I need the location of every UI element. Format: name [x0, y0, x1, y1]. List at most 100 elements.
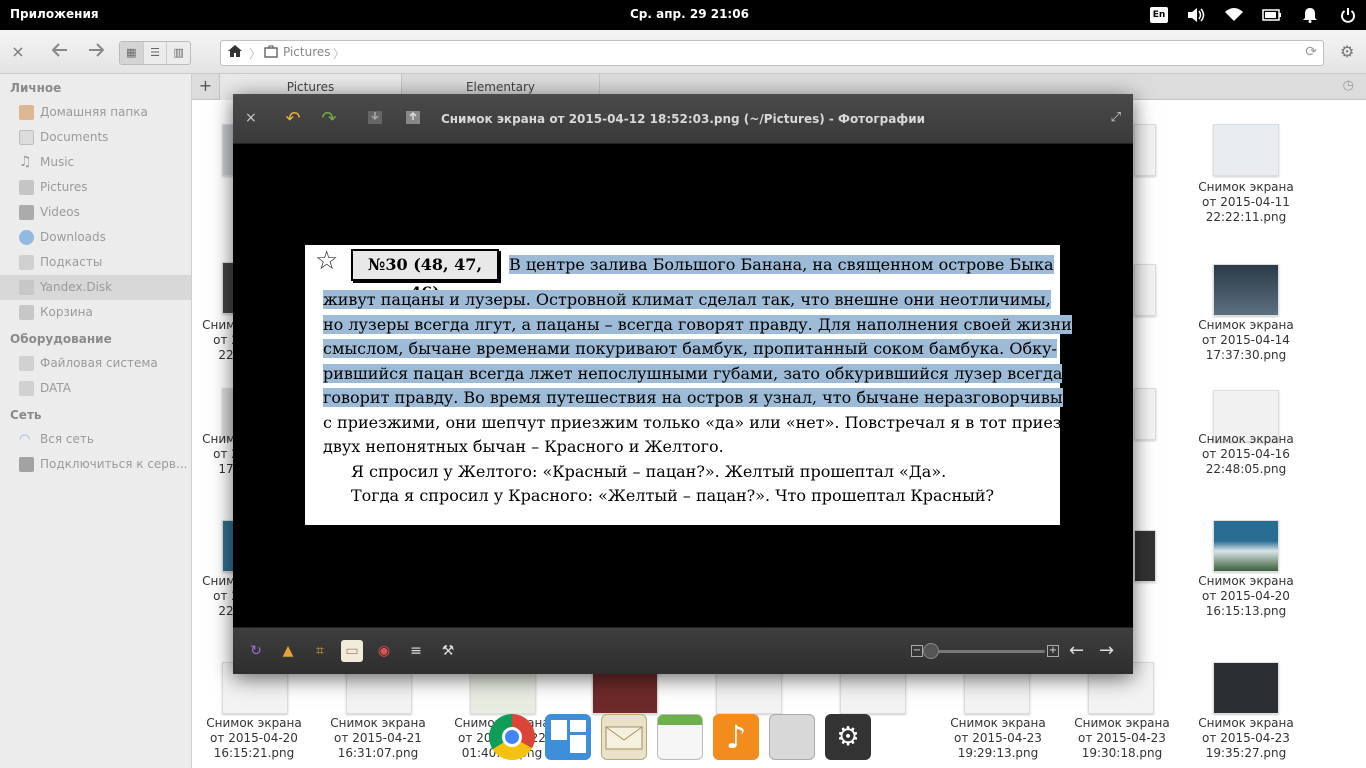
file-thumbnail[interactable]: [1134, 124, 1156, 176]
app-menu-gear-icon[interactable]: ⚙: [1340, 42, 1354, 61]
drive-icon: [19, 381, 34, 396]
column-view-icon[interactable]: ▥: [167, 42, 190, 64]
grid-view-icon[interactable]: ▦: [120, 42, 144, 64]
power-icon[interactable]: [1338, 5, 1358, 25]
file-thumbnail[interactable]: [1213, 520, 1279, 572]
sidebar-item-label: Pictures: [40, 180, 88, 194]
volume-icon[interactable]: [1186, 5, 1206, 25]
text-line: рившийся пацан всегда лжет непослушными …: [323, 363, 1063, 383]
straighten-icon[interactable]: ▲: [277, 640, 299, 662]
next-photo-arrow-icon[interactable]: →: [1099, 640, 1114, 661]
sidebar-item-downloads[interactable]: Downloads: [0, 225, 191, 250]
sidebar-item-label: Videos: [40, 205, 80, 219]
back-arrow-icon[interactable]: [50, 42, 70, 62]
breadcrumb-separator: 〉: [333, 47, 346, 61]
file-thumbnail[interactable]: [1134, 264, 1156, 316]
sidebar-item-music[interactable]: ♫ Music: [0, 150, 191, 175]
file-thumbnail[interactable]: [1213, 124, 1279, 176]
sidebar-item-data[interactable]: DATA: [0, 376, 191, 401]
mail-icon[interactable]: [601, 714, 647, 760]
crop-icon[interactable]: ⌗: [309, 640, 331, 662]
folder-icon: [19, 280, 34, 295]
reload-icon[interactable]: ⟳: [1305, 44, 1317, 60]
auto-enhance-wand-icon[interactable]: ⚒: [437, 640, 459, 662]
file-label[interactable]: Снимок экрана от 2015-04-14 17:37:30.png: [1186, 318, 1306, 363]
file-thumbnail[interactable]: [1134, 388, 1156, 440]
file-manager-toolbar: × ▦ ☰ ▥ 〉 Pictures 〉 ⟳ ⚙: [0, 30, 1366, 74]
file-label[interactable]: Снимок экрана от 2015-04-16 22:48:05.png: [1186, 432, 1306, 477]
file-thumbnail[interactable]: [1213, 662, 1279, 714]
file-label[interactable]: Снимок экрана от 2015-04-23 19:29:13.png: [938, 716, 1058, 761]
music-app-icon[interactable]: ♪: [713, 714, 759, 760]
previous-photo-arrow-icon[interactable]: ←: [1069, 640, 1084, 661]
close-icon[interactable]: ×: [245, 110, 257, 126]
sidebar-item-filesystem[interactable]: Файловая система: [0, 351, 191, 376]
sidebar-item-pictures[interactable]: Pictures: [0, 175, 191, 200]
wifi-icon[interactable]: [1224, 5, 1244, 25]
keyboard-layout-indicator[interactable]: En: [1150, 7, 1168, 23]
sidebar-item-connect-server[interactable]: Подключиться к серв...: [0, 452, 191, 477]
viewer-title: Снимок экрана от 2015-04-12 18:52:03.png…: [440, 112, 926, 126]
list-view-icon[interactable]: ☰: [144, 42, 168, 64]
calendar-icon[interactable]: [657, 714, 703, 760]
music-icon: ♫: [19, 154, 32, 170]
files-icon[interactable]: [769, 714, 815, 760]
sidebar-item-trash[interactable]: Корзина: [0, 300, 191, 325]
settings-icon[interactable]: ⚙: [825, 714, 871, 760]
tab-history-icon[interactable]: ◷: [1343, 78, 1354, 93]
file-thumbnail[interactable]: [1213, 264, 1279, 316]
drive-icon: [19, 356, 34, 371]
battery-icon[interactable]: [1262, 5, 1282, 25]
sidebar-item-label: Файловая система: [40, 356, 158, 370]
sidebar-section-network: Сеть: [10, 408, 42, 422]
applications-menu[interactable]: Приложения: [10, 7, 99, 21]
sidebar-item-home[interactable]: Домашняя папка: [0, 100, 191, 125]
text-line: но лузеры всегда лгут, а пацаны – всегда…: [323, 314, 1072, 334]
redeye-icon[interactable]: ◉: [373, 640, 395, 662]
file-label[interactable]: Снимок экрана от 2015-04-20 16:15:21.png: [194, 716, 314, 761]
notification-bell-icon[interactable]: [1300, 5, 1320, 25]
viewer-headerbar: × ↶ ↷ Снимок экрана от 2015-04-12 18:52:…: [233, 94, 1133, 144]
sidebar-item-videos[interactable]: Videos: [0, 200, 191, 225]
top-panel: Приложения Ср. апр. 29 21:06 En: [0, 0, 1366, 30]
sidebar-item-all-network[interactable]: ◠ Вся сеть: [0, 427, 191, 452]
sidebar-item-yandex-disk[interactable]: Yandex.Disk: [0, 275, 191, 300]
photo-canvas: ☆ №30 (48, 47, 46) В центре залива Больш…: [305, 245, 1072, 525]
zoom-slider[interactable]: [929, 650, 1045, 653]
documents-icon: [19, 130, 34, 145]
file-label[interactable]: Снимок экрана от 2015-04-23 19:30:18.png: [1062, 716, 1182, 761]
resize-icon[interactable]: ▭: [341, 640, 363, 662]
new-tab-plus-icon[interactable]: +: [192, 74, 220, 100]
sidebar-item-documents[interactable]: Documents: [0, 125, 191, 150]
sidebar-item-label: Yandex.Disk: [40, 280, 113, 294]
forward-arrow-icon[interactable]: [86, 42, 106, 62]
file-label[interactable]: Снимок экрана от 2015-04-20 16:15:13.png: [1186, 574, 1306, 619]
breadcrumb-pictures[interactable]: Pictures: [283, 45, 331, 59]
file-label[interactable]: Снимок экрана от 2015-04-11 22:22:11.png: [1186, 180, 1306, 225]
clock[interactable]: Ср. апр. 29 21:06: [630, 7, 749, 21]
zoom-in-icon[interactable]: +: [1047, 645, 1059, 657]
home-icon[interactable]: [225, 44, 245, 62]
enhance-icon[interactable]: ↻: [245, 640, 267, 662]
zoom-out-icon[interactable]: −: [911, 645, 923, 657]
view-mode-switcher: ▦ ☰ ▥: [119, 41, 191, 65]
chrome-icon[interactable]: [489, 714, 535, 760]
file-label[interactable]: Снимок экрана от 2015-04-23 19:35:27.png: [1186, 716, 1306, 761]
file-label[interactable]: Снимок экрана от 2015-04-21 16:31:07.png: [318, 716, 438, 761]
zoom-slider-handle[interactable]: [923, 643, 939, 659]
file-thumbnail[interactable]: [1134, 530, 1156, 582]
sidebar-item-label: Documents: [40, 130, 109, 144]
multitasking-icon[interactable]: [545, 714, 591, 760]
fullscreen-icon[interactable]: ⤢: [1111, 110, 1121, 125]
close-icon[interactable]: ×: [8, 42, 28, 62]
path-bar[interactable]: 〉 Pictures 〉 ⟳: [220, 40, 1324, 66]
adjust-icon[interactable]: ≡: [405, 640, 427, 662]
rotate-right-icon[interactable]: ↷: [317, 108, 341, 130]
text-line: с приезжими, они шепчут приезжим только …: [323, 412, 1072, 432]
text-line: Тогда я спросил у Красного: «Желтый – па…: [351, 486, 995, 505]
indicators: En: [1150, 5, 1358, 25]
sidebar-item-podcasts[interactable]: Подкасты: [0, 250, 191, 275]
rotate-left-icon[interactable]: ↶: [281, 108, 305, 130]
sidebar-item-label: Подкасты: [40, 255, 103, 269]
network-icon: ◠: [19, 432, 31, 447]
